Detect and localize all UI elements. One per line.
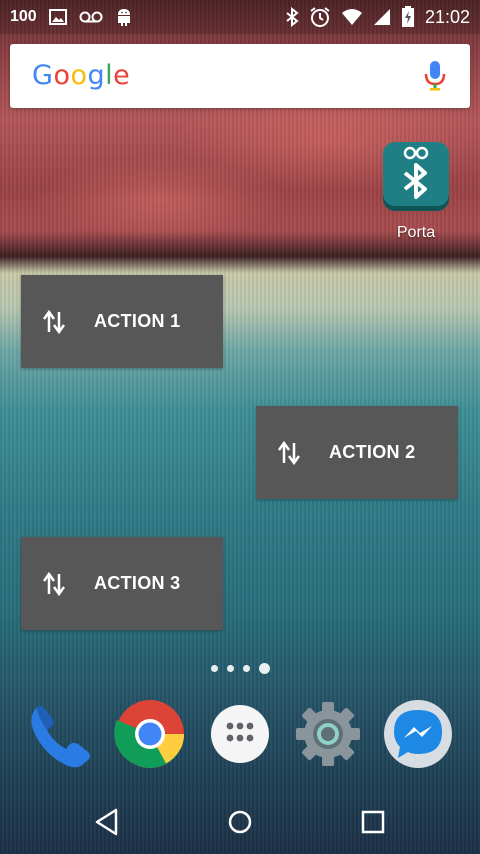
action-label: ACTION 2 — [329, 442, 416, 462]
page-dot — [227, 665, 234, 672]
swap-vertical-icon — [43, 571, 65, 596]
battery-charging-icon — [401, 6, 414, 27]
action-label: ACTION 1 — [94, 311, 181, 331]
google-logo-letter: g — [87, 60, 106, 91]
voicemail-icon — [79, 11, 103, 23]
swap-vertical-icon — [43, 309, 65, 334]
google-logo-letter: o — [70, 60, 88, 91]
mic-icon[interactable] — [424, 60, 446, 92]
bluetooth-icon — [286, 7, 299, 27]
action-label: ACTION 3 — [94, 573, 181, 593]
recents-icon[interactable] — [358, 807, 388, 837]
signal-icon — [373, 9, 390, 25]
app-drawer-icon[interactable] — [204, 698, 276, 770]
dock — [0, 690, 480, 780]
google-search-bar[interactable]: Google — [10, 44, 470, 108]
image-icon — [48, 9, 67, 25]
battery-percent-text: 100 — [10, 8, 37, 25]
action-widget-2[interactable]: ACTION 2 — [256, 406, 458, 499]
bluetooth-arduino-icon[interactable] — [381, 141, 451, 213]
status-bar: 100 21:02 — [0, 0, 480, 34]
page-indicator — [211, 663, 270, 674]
action-widget-1[interactable]: ACTION 1 — [21, 275, 223, 368]
back-icon[interactable] — [92, 807, 122, 837]
wifi-icon — [341, 9, 362, 25]
google-logo-letter: o — [53, 60, 71, 91]
navigation-bar — [0, 787, 480, 854]
messenger-icon[interactable] — [382, 698, 454, 770]
app-label-porta: Porta — [396, 224, 436, 241]
page-dot — [211, 665, 218, 672]
settings-icon[interactable] — [292, 698, 364, 770]
page-dot-active — [259, 663, 270, 674]
chrome-icon[interactable] — [114, 698, 186, 770]
home-icon[interactable] — [225, 807, 255, 837]
google-logo-letter: l — [105, 60, 114, 91]
google-logo-letter: G — [32, 60, 54, 91]
phone-icon[interactable] — [26, 698, 98, 770]
google-logo: Google — [32, 60, 130, 91]
swap-vertical-icon — [278, 440, 300, 465]
clock: 21:02 — [424, 6, 470, 27]
alarm-icon — [310, 7, 330, 27]
android-icon — [117, 9, 130, 26]
page-dot — [243, 665, 250, 672]
google-logo-letter: e — [113, 60, 131, 91]
action-widget-3[interactable]: ACTION 3 — [21, 537, 223, 630]
